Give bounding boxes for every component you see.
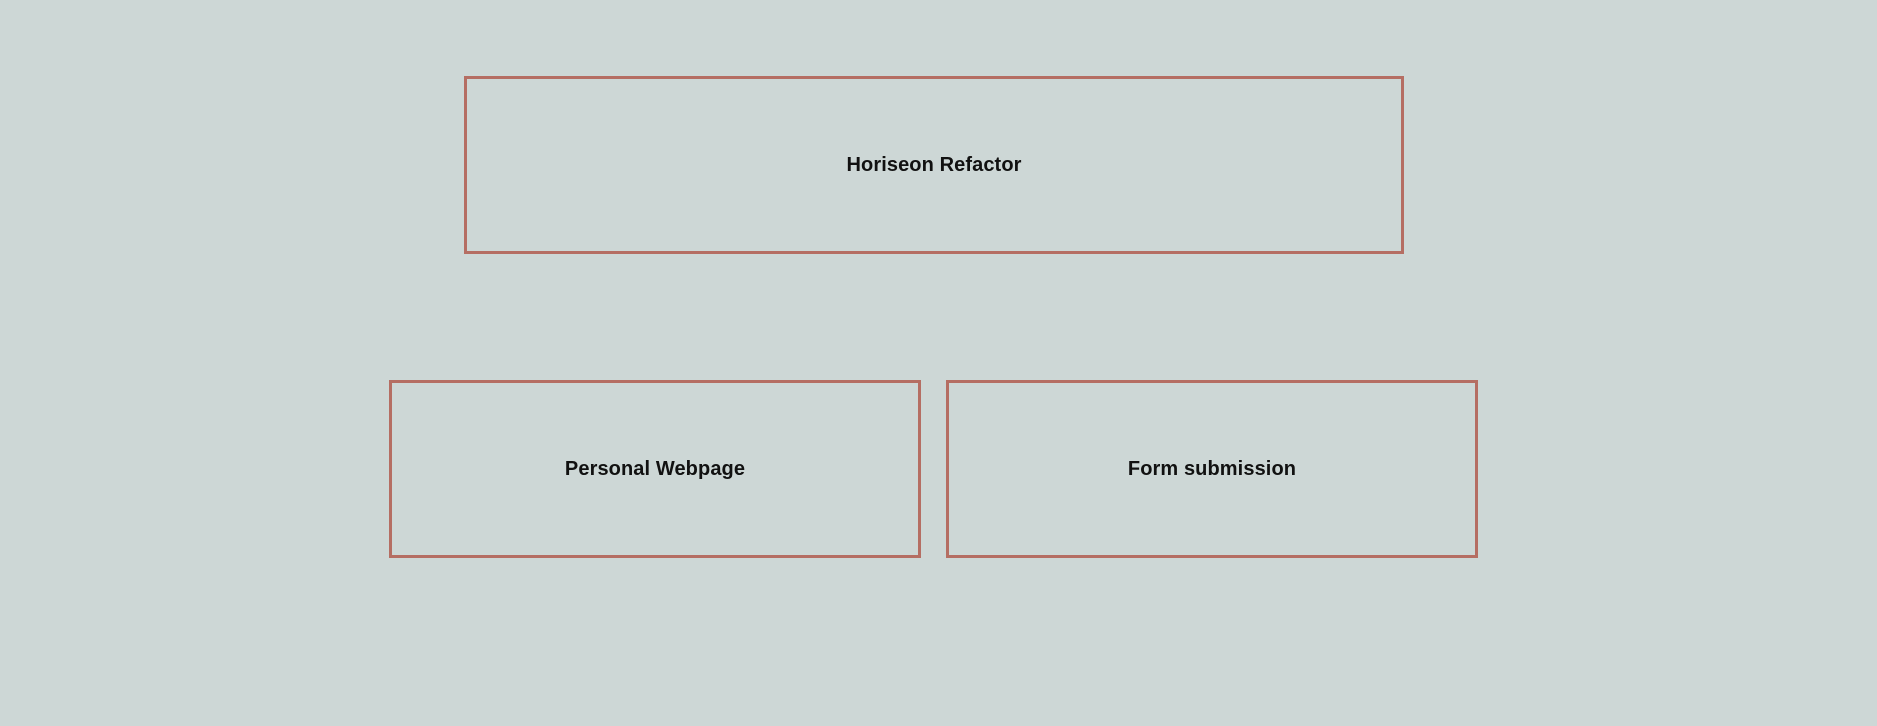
project-card-form-submission[interactable]: Form submission (946, 380, 1478, 558)
project-title: Horiseon Refactor (846, 153, 1022, 176)
project-title: Form submission (1127, 457, 1297, 480)
project-card-personal-webpage[interactable]: Personal Webpage (389, 380, 921, 558)
project-card-horiseon-refactor[interactable]: Horiseon Refactor (464, 76, 1404, 254)
project-title: Personal Webpage (564, 457, 746, 480)
